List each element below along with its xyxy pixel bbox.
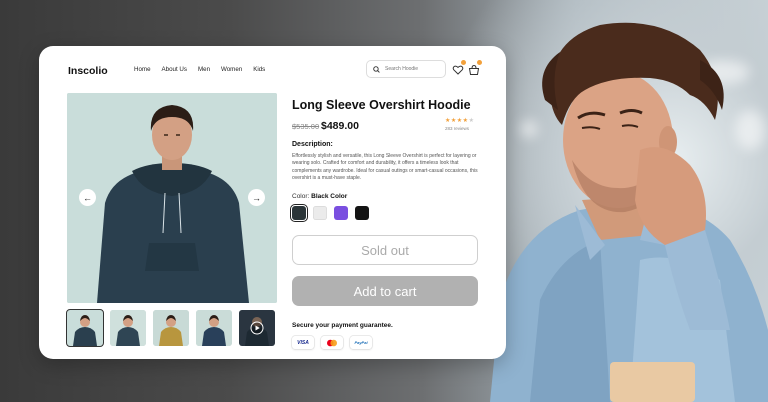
cart-button[interactable] xyxy=(468,60,482,75)
brand-logo[interactable]: Inscolio xyxy=(68,65,108,77)
description-heading: Description: xyxy=(292,141,333,148)
search-icon xyxy=(373,65,380,73)
thumbnail-strip xyxy=(66,309,275,347)
top-navbar: Inscolio Home About Us Men Women Kids xyxy=(39,46,506,92)
thumbnail-image xyxy=(67,310,103,346)
arrow-left-icon: ← xyxy=(83,192,92,203)
thumbnail-image xyxy=(153,310,189,346)
nav-item-home[interactable]: Home xyxy=(134,66,151,73)
search-input[interactable] xyxy=(385,66,441,72)
next-image-button[interactable]: → xyxy=(248,189,265,206)
color-swatch-purple[interactable] xyxy=(334,206,348,220)
original-price: $535.00 xyxy=(292,122,320,131)
product-main-image: ← → xyxy=(67,93,277,303)
nav-item-men[interactable]: Men xyxy=(198,66,210,73)
sale-price: $489.00 xyxy=(321,120,359,132)
color-swatch-light-gray[interactable] xyxy=(313,206,327,220)
heart-icon xyxy=(452,65,464,75)
background-person-photo xyxy=(490,22,768,402)
nav-item-about-us[interactable]: About Us xyxy=(162,66,187,73)
product-title: Long Sleeve Overshirt Hoodie xyxy=(292,98,471,112)
visa-icon: VISA xyxy=(292,336,314,349)
thumbnail-1[interactable] xyxy=(66,309,104,347)
selected-color-name: Black Color xyxy=(311,193,348,200)
main-menu: Home About Us Men Women Kids xyxy=(134,66,265,73)
notification-dot xyxy=(461,60,466,65)
rating-stars: ★★★★★ xyxy=(445,117,474,124)
color-label-text: Color: xyxy=(292,193,310,200)
review-count[interactable]: 283 reviews xyxy=(445,126,469,131)
color-swatches xyxy=(289,203,369,223)
sold-out-button[interactable]: Sold out xyxy=(292,235,478,265)
arrow-right-icon: → xyxy=(252,192,261,203)
payment-methods: VISA PayPal xyxy=(292,336,372,349)
prev-image-button[interactable]: ← xyxy=(79,189,96,206)
secure-payment-heading: Secure your payment guarantee. xyxy=(292,322,393,329)
color-swatch-dark-teal[interactable] xyxy=(289,203,309,223)
visa-label: VISA xyxy=(297,339,309,346)
mastercard-icon xyxy=(321,336,343,349)
thumbnail-3[interactable] xyxy=(153,310,189,346)
hoodie-model-photo xyxy=(67,93,277,303)
thumbnail-image xyxy=(110,310,146,346)
mastercard-logo xyxy=(327,339,337,346)
product-card: Inscolio Home About Us Men Women Kids Se… xyxy=(39,46,506,359)
notification-dot xyxy=(477,60,482,65)
paypal-label: PayPal xyxy=(354,340,368,345)
description-text: Effortlessly stylish and versatile, this… xyxy=(292,153,478,181)
thumbnail-image xyxy=(196,310,232,346)
color-label: Color: Black Color xyxy=(292,193,347,200)
thumbnail-video[interactable] xyxy=(239,310,275,346)
play-icon xyxy=(250,321,264,335)
nav-item-women[interactable]: Women xyxy=(221,66,242,73)
color-swatch-black[interactable] xyxy=(355,206,369,220)
thumbnail-4[interactable] xyxy=(196,310,232,346)
basket-icon xyxy=(468,64,480,75)
search-box xyxy=(366,60,446,78)
star-empty-icon: ★ xyxy=(468,118,475,124)
nav-item-kids[interactable]: Kids xyxy=(253,66,265,73)
thumbnail-2[interactable] xyxy=(110,310,146,346)
add-to-cart-button[interactable]: Add to cart xyxy=(292,276,478,306)
wishlist-button[interactable] xyxy=(452,60,466,75)
paypal-icon: PayPal xyxy=(350,336,372,349)
